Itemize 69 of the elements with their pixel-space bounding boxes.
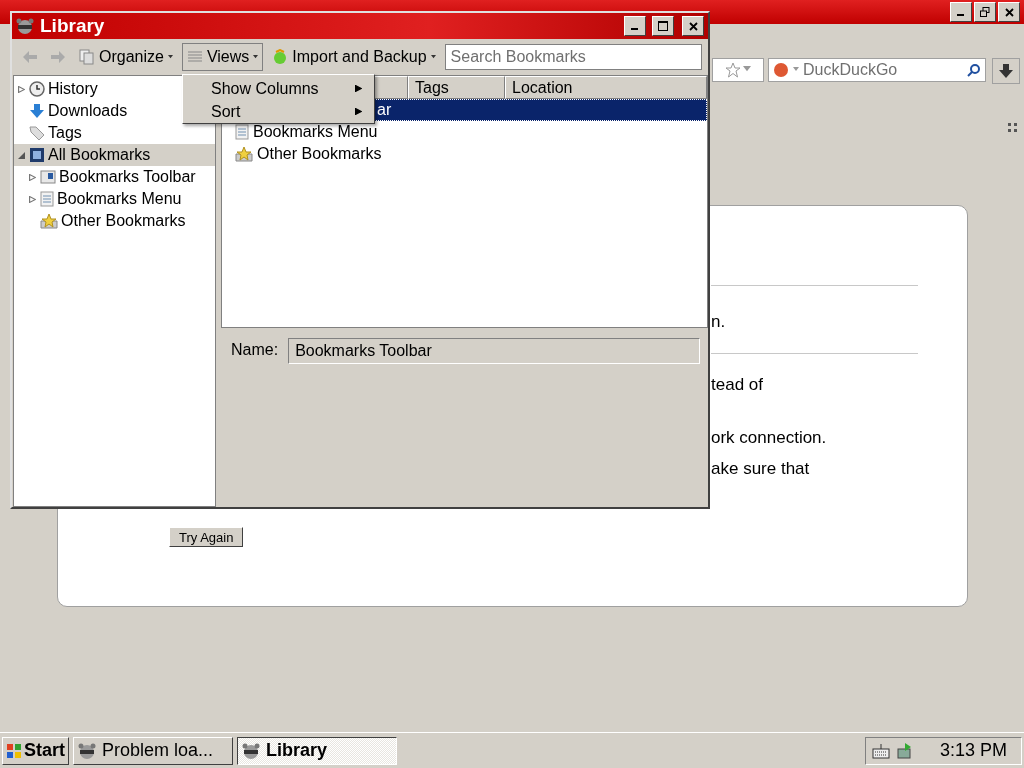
close-icon <box>1004 7 1014 17</box>
clock-icon <box>29 81 45 97</box>
toolbar-button[interactable]: Views <box>181 43 264 71</box>
tree-item[interactable]: All Bookmarks <box>14 144 215 166</box>
twisty-icon <box>29 195 36 203</box>
search-field[interactable]: DuckDuckGo <box>768 58 986 82</box>
error-text: n. <box>711 311 727 333</box>
close-button[interactable] <box>682 16 704 36</box>
toolbar-folder-icon <box>40 170 56 184</box>
field-label: Name: <box>231 340 279 360</box>
downloads-button[interactable] <box>992 58 1020 84</box>
tree-item[interactable]: Other Bookmarks <box>14 210 215 232</box>
bookmarks-library-icon <box>29 147 45 163</box>
search-engine-icon <box>773 62 789 78</box>
column-header[interactable]: Tags <box>408 76 505 99</box>
twisty-icon <box>18 151 25 159</box>
tab-list-icon[interactable] <box>1008 123 1018 133</box>
animal-head-icon <box>78 742 96 759</box>
triangle-icon <box>793 67 799 73</box>
tree-item[interactable]: Bookmarks Toolbar <box>14 166 215 188</box>
taskbar-button[interactable]: Problem loa... <box>73 736 233 765</box>
star-folder-icon <box>235 146 253 162</box>
triangle-icon <box>167 54 173 60</box>
error-text: ork connection. <box>711 427 828 449</box>
twisty-icon <box>29 173 36 181</box>
start-button[interactable]: Start <box>2 736 69 765</box>
triangle-icon <box>743 66 751 74</box>
animal-head-icon <box>16 18 34 34</box>
tree-item[interactable]: Bookmarks Menu <box>14 188 215 210</box>
keyboard-icon[interactable] <box>871 742 890 759</box>
search-field[interactable]: Search Bookmarks <box>444 44 702 70</box>
animal-head-icon <box>242 742 260 759</box>
submenu-arrow-icon <box>355 108 362 115</box>
triangle-icon <box>253 54 259 60</box>
maximize-icon <box>658 21 668 31</box>
submenu-arrow-icon <box>355 85 362 92</box>
close-icon <box>688 21 698 31</box>
clock-text: 3:13 PM <box>939 740 1007 761</box>
windows-flag-icon <box>6 742 22 759</box>
restore-icon <box>980 7 990 17</box>
star-folder-icon <box>40 213 58 229</box>
maximize-button[interactable] <box>652 16 674 36</box>
column-header[interactable]: Location <box>505 76 707 99</box>
tag-icon <box>29 125 45 141</box>
menu-list-icon <box>235 124 249 140</box>
restore-button[interactable] <box>974 2 996 22</box>
minimize-button[interactable] <box>950 2 972 22</box>
minimize-button[interactable] <box>624 16 646 36</box>
list-icon <box>186 50 203 64</box>
menu-list-icon <box>40 191 54 207</box>
star-icon <box>725 62 741 78</box>
menu-item[interactable]: Show Columns <box>183 77 374 100</box>
search-icon <box>967 63 981 77</box>
close-button[interactable] <box>998 2 1020 22</box>
download-arrow-icon <box>29 103 45 119</box>
taskbar-button[interactable]: Library <box>237 736 397 765</box>
list-row[interactable]: Other Bookmarks <box>222 143 707 165</box>
error-text: tead of <box>711 374 764 396</box>
window-title: Library <box>40 15 106 37</box>
name-field[interactable]: Bookmarks Toolbar <box>288 338 700 364</box>
download-arrow-icon <box>999 64 1013 78</box>
try-again-button[interactable]: Try Again <box>169 527 244 547</box>
pages-icon <box>79 49 95 65</box>
tree-item[interactable]: Tags <box>14 122 215 144</box>
triangle-icon <box>430 54 436 60</box>
twisty-icon <box>18 85 25 93</box>
list-row[interactable]: Bookmarks Menu <box>222 121 707 143</box>
bookmark-star-button[interactable] <box>712 58 764 82</box>
error-text: ake sure that <box>711 458 811 480</box>
